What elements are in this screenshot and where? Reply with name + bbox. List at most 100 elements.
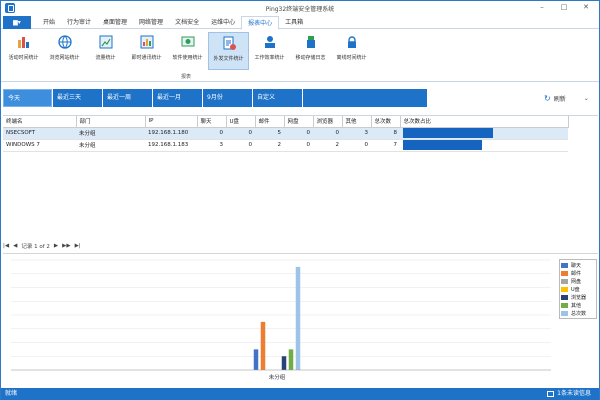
bar-series-5 (288, 349, 294, 370)
cell-ratio (400, 139, 568, 152)
tab-2[interactable]: 桌面管理 (97, 16, 133, 29)
legend-swatch (561, 270, 568, 276)
bar-series-6 (295, 266, 301, 370)
column-header[interactable]: 聊天 (197, 116, 227, 128)
ribbon-button-5[interactable]: 外发文件统计 (208, 32, 249, 70)
column-header[interactable]: 浏览器 (313, 116, 343, 128)
column-header[interactable]: IP (145, 116, 198, 128)
globe-icon (57, 35, 72, 49)
tab-5[interactable]: 运维中心 (205, 16, 241, 29)
column-header[interactable]: 网盘 (284, 116, 314, 128)
ratio-bar (403, 128, 493, 138)
maximize-button[interactable]: □ (553, 2, 575, 13)
column-header[interactable]: 其他 (342, 116, 372, 128)
cell-udisk: 0 (226, 127, 255, 140)
cell-ip: 192.168.1.183 (145, 139, 197, 152)
chat-icon (140, 35, 153, 49)
ribbon-button-2[interactable]: 流量统计 (85, 32, 126, 70)
cell-ratio (400, 127, 568, 140)
legend-swatch (561, 262, 568, 268)
chevron-down-icon[interactable]: ⌄ (584, 95, 589, 102)
ribbon-button-7[interactable]: 移动存储日志 (290, 32, 331, 70)
legend-swatch (561, 310, 568, 316)
table-row[interactable]: WINDOWS 7 未分组 192.168.1.183 3 0 2 0 2 0 7 (3, 139, 568, 152)
legend-label: 聊天 (571, 262, 582, 269)
pager-first-button[interactable]: |◀ (3, 243, 9, 249)
legend-label: 网盘 (571, 278, 582, 285)
minimize-button[interactable]: – (531, 2, 553, 13)
pager-prev-button[interactable]: ◀ (13, 243, 17, 249)
cell-dept: 未分组 (76, 139, 145, 152)
refresh-button[interactable]: ↻ 刷新 ⌄ (544, 94, 589, 103)
cell-other: 3 (342, 127, 371, 140)
refresh-label: 刷新 (553, 96, 566, 103)
column-header[interactable]: U盘 (226, 116, 256, 128)
legend-entry: 聊天 (561, 261, 595, 269)
date-filter-5[interactable]: 自定义 (253, 89, 302, 107)
outgoing-file-icon (223, 36, 236, 50)
title-bar: Ping32终端安全管理系统 – □ ✕ (1, 1, 599, 15)
date-filter-3[interactable]: 最近一月 (153, 89, 202, 107)
column-header[interactable]: 总次数占比 (400, 116, 569, 128)
column-header[interactable]: 部门 (76, 116, 146, 128)
file-menu-button[interactable]: ▆▾ (3, 16, 31, 29)
message-icon (547, 391, 555, 397)
legend-label: 邮件 (571, 270, 582, 277)
cell-name: NSECSOFT (3, 127, 76, 140)
window-title: Ping32终端安全管理系统 (265, 6, 335, 13)
data-grid: 终端名 部门 IP 聊天 U盘 邮件 网盘 浏览器 其他 总次数 总次数占比 NSECSOFT 未分组… (3, 115, 598, 240)
tab-1[interactable]: 行为审计 (61, 16, 97, 29)
traffic-icon (99, 35, 112, 49)
ribbon-button-1[interactable]: 浏览网站统计 (44, 32, 85, 70)
pager-next-button[interactable]: ▶ (54, 243, 58, 249)
legend-swatch (561, 302, 568, 308)
status-bar: 就绪 1条未读信息 (1, 388, 599, 400)
ribbon-button-0[interactable]: 活动时间统计 (3, 32, 44, 70)
cell-ip: 192.168.1.180 (145, 127, 197, 140)
cell-chat: 3 (197, 139, 226, 152)
menu-bar: ▆▾ 开始 行为审计 桌面管理 网络管理 文档安全 运维中心 报表中心 工具箱 (1, 16, 599, 30)
legend-label: 其他 (571, 302, 582, 309)
legend-entry: U盘 (561, 285, 595, 293)
tab-4[interactable]: 文档安全 (169, 16, 205, 29)
pager-last-button[interactable]: ▶| (75, 243, 81, 249)
pager-next-page-button[interactable]: ▶▶ (62, 243, 70, 249)
column-header[interactable]: 终端名 (3, 116, 77, 128)
ribbon-button-label: 流量统计 (95, 55, 116, 61)
tab-3[interactable]: 网络管理 (133, 16, 169, 29)
legend-entry: 浏览器 (561, 293, 595, 301)
bar-series-1 (260, 321, 266, 370)
cell-netdisk: 0 (284, 139, 313, 152)
refresh-icon: ↻ (544, 94, 551, 103)
cell-total: 8 (371, 127, 400, 140)
table-row[interactable]: NSECSOFT 未分组 192.168.1.180 0 0 5 0 0 3 8 (3, 127, 568, 140)
cell-browser: 0 (313, 127, 342, 140)
date-filter-1[interactable]: 最近三天 (53, 89, 102, 107)
date-filter-2[interactable]: 最近一周 (103, 89, 152, 107)
tab-0[interactable]: 开始 (37, 16, 61, 29)
column-header[interactable]: 总次数 (371, 116, 401, 128)
ribbon-button-label: 活动时间统计 (8, 55, 39, 61)
unread-messages[interactable]: 1条未读信息 (547, 388, 591, 400)
efficiency-icon (264, 36, 275, 48)
close-button[interactable]: ✕ (575, 2, 597, 13)
legend-entry: 网盘 (561, 277, 595, 285)
legend-label: 总次数 (571, 310, 587, 317)
ratio-bar (403, 140, 482, 150)
ribbon-button-6[interactable]: 工作效率统计 (249, 32, 290, 70)
ribbon: 活动时间统计 浏览网站统计 流量统计 即时通讯统计 软件使用统计 外发文件统计 工作效率统计… (1, 30, 599, 82)
ribbon-button-4[interactable]: 软件使用统计 (167, 32, 208, 70)
activity-time-icon (17, 37, 29, 48)
column-header[interactable]: 邮件 (255, 116, 285, 128)
tab-6[interactable]: 报表中心 (241, 16, 280, 30)
ribbon-button-8[interactable]: 离线时间统计 (331, 32, 372, 70)
date-filter-0[interactable]: 今天 (3, 89, 52, 107)
legend-label: U盘 (571, 286, 580, 293)
ribbon-button-3[interactable]: 即时通讯统计 (126, 32, 167, 70)
ribbon-button-label: 离线时间统计 (336, 55, 367, 61)
tab-7[interactable]: 工具箱 (279, 16, 309, 29)
cell-browser: 2 (313, 139, 342, 152)
date-filter-4[interactable]: 9月份 (203, 89, 252, 107)
bar-series-4 (281, 356, 287, 370)
ribbon-button-label: 工作效率统计 (254, 55, 285, 61)
